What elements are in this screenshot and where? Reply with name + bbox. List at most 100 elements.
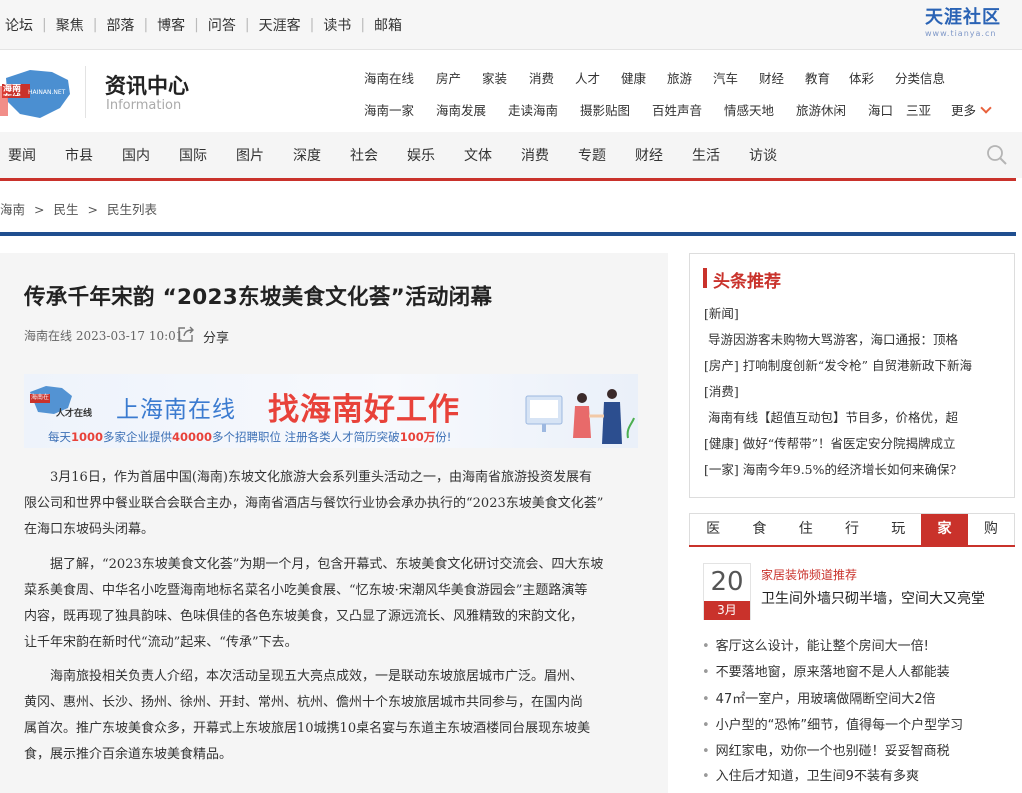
channel-link[interactable]: 家装 xyxy=(482,68,529,87)
channel-nav-row2: 海南一家 海南发展 走读海南 摄影贴图 百姓声音 情感天地 旅游休闲 海口 三亚… xyxy=(364,100,992,119)
tab-jia[interactable]: 家 xyxy=(921,514,968,545)
top-link-wenda[interactable]: 问答 xyxy=(208,15,236,35)
list-item[interactable]: 客厅这么设计，能让整个房间大一倍! xyxy=(702,635,929,654)
nav-item[interactable]: 生活 xyxy=(692,145,749,165)
top-link-dushu[interactable]: 读书 xyxy=(323,15,351,35)
nav-item[interactable]: 娱乐 xyxy=(407,145,464,165)
channel-link[interactable]: 消费 xyxy=(529,68,575,87)
channel-link[interactable]: 百姓声音 xyxy=(652,100,724,119)
nav-item[interactable]: 国际 xyxy=(179,145,236,165)
paragraph-line: 海南旅投相关负责人介绍，本次活动呈现五大亮点成效，一是联动东坡旅居城市广泛。眉州… xyxy=(50,669,584,684)
channel-link[interactable]: 海南在线 xyxy=(364,68,436,87)
list-item[interactable]: 入住后才知道，卫生间9不装有多爽 xyxy=(702,765,919,784)
headline-text: 导游因游客未购物大骂游客，海口通报：顶格 xyxy=(708,332,959,347)
section-subtitle: Information xyxy=(106,98,182,113)
channel-link[interactable]: 健康 xyxy=(621,68,667,87)
tab-zhu[interactable]: 住 xyxy=(783,514,829,545)
headline-item[interactable]: [房产] 打响制度创新“发令枪” 自贸港新政下新海 xyxy=(704,355,984,374)
headline-item[interactable]: 海南有线【超值互动包】节目多，价格优，超 xyxy=(708,407,974,426)
nav-item[interactable]: 社会 xyxy=(350,145,407,165)
tianya-logo[interactable]: 天涯社区 www.tianya.cn xyxy=(925,7,1021,45)
headline-item[interactable]: 导游因游客未购物大骂游客，海口通报：顶格 xyxy=(708,329,974,348)
top-link-luntan[interactable]: 论坛 xyxy=(5,15,33,35)
nav-item[interactable]: 要闻 xyxy=(8,145,65,165)
list-item[interactable]: 不要落地窗，原来落地窗不是人人都能装 xyxy=(702,661,950,680)
nav-item[interactable]: 消费 xyxy=(521,145,578,165)
tab-underline xyxy=(689,545,1015,547)
share-button[interactable]: 分享 xyxy=(203,327,229,346)
headline-item[interactable]: [新闻] xyxy=(704,303,970,322)
nav-item[interactable]: 国内 xyxy=(122,145,179,165)
channel-link[interactable]: 摄影贴图 xyxy=(580,100,652,119)
breadcrumb-item[interactable]: 海南 xyxy=(0,202,25,217)
tab-shi[interactable]: 食 xyxy=(736,514,782,545)
top-bar: 论坛 | 聚焦 | 部落 | 博客 | 问答 | 天涯客 | 读书 | 邮箱 天涯社区 www… xyxy=(0,0,1022,50)
banner-sub-part: 份! xyxy=(435,430,452,444)
nav-item[interactable]: 图片 xyxy=(236,145,293,165)
top-link-buluo[interactable]: 部落 xyxy=(106,15,134,35)
channel-link[interactable]: 汽车 xyxy=(713,68,759,87)
banner-text-1: 上海南在线 xyxy=(116,397,236,423)
headline-bar xyxy=(703,268,707,288)
more-label: 更多 xyxy=(951,103,977,118)
tab-yi[interactable]: 医 xyxy=(690,514,736,545)
banner-brand-sub: 人才在线 xyxy=(56,409,93,419)
top-links: 论坛 | 聚焦 | 部落 | 博客 | 问答 | 天涯客 | 读书 | 邮箱 xyxy=(5,15,402,35)
channel-link[interactable]: 旅游 xyxy=(667,68,713,87)
date-month: 3月 xyxy=(704,601,750,620)
tab-wan[interactable]: 玩 xyxy=(875,514,921,545)
channel-link[interactable]: 三亚 xyxy=(906,100,951,119)
breadcrumb: 海南 > 民生 > 民生列表 xyxy=(0,199,157,218)
nav-item[interactable]: 财经 xyxy=(635,145,692,165)
channel-nav-row1: 海南在线 房产 家装 消费 人才 健康 旅游 汽车 财经 教育 体彩 分类信息 xyxy=(364,68,945,87)
list-item[interactable]: 网红家电，劝你一个也别碰！妥妥智商税 xyxy=(702,740,950,759)
headline-item[interactable]: [一家] 海南今年9.5%的经济增长如何来确保? xyxy=(704,459,970,478)
banner-sub-part: 每天 xyxy=(48,430,71,444)
channel-link[interactable]: 海南发展 xyxy=(436,100,508,119)
divider: | xyxy=(244,17,250,33)
headline-item[interactable]: [消费] xyxy=(704,381,970,400)
hainan-logo[interactable]: 海南在线 HAINAN.NET xyxy=(0,64,75,124)
channel-link[interactable]: 教育 xyxy=(805,68,849,87)
top-link-jujiao[interactable]: 聚焦 xyxy=(56,15,84,35)
channel-link[interactable]: 旅游休闲 xyxy=(796,100,868,119)
top-link-tianyake[interactable]: 天涯客 xyxy=(259,15,301,35)
channel-link[interactable]: 海南一家 xyxy=(364,100,436,119)
channel-link[interactable]: 海口 xyxy=(868,100,906,119)
nav-item[interactable]: 访谈 xyxy=(749,145,777,165)
tab-xing[interactable]: 行 xyxy=(829,514,875,545)
recruit-banner[interactable]: 海南在线 人才在线 上海南在线 找海南好工作 每天1000多家企业提供40000… xyxy=(24,374,638,448)
top-link-youxiang[interactable]: 邮箱 xyxy=(374,15,402,35)
paragraph-line: 在海口东坡码头闭幕。 xyxy=(24,522,155,537)
tab-gou[interactable]: 购 xyxy=(968,514,1014,545)
list-item[interactable]: 小户型的“恐怖”细节，值得每一个户型学习 xyxy=(702,714,963,733)
search-icon[interactable] xyxy=(986,144,1008,166)
channel-link[interactable]: 体彩 xyxy=(849,68,895,87)
divider xyxy=(85,66,86,118)
banner-text-2: 找海南好工作 xyxy=(268,392,460,428)
breadcrumb-item[interactable]: 民生 xyxy=(53,202,78,217)
nav-item[interactable]: 文体 xyxy=(464,145,521,165)
top-link-boke[interactable]: 博客 xyxy=(157,15,185,35)
banner-brand: 海南在线 xyxy=(31,394,50,401)
channel-link[interactable]: 情感天地 xyxy=(724,100,796,119)
headline-item[interactable]: [健康] 做好“传帮带”！省医定安分院揭牌成立 xyxy=(704,433,970,452)
paragraph-line: 限公司和世界中餐业联合会联合主办，海南省酒店与餐饮行业协会承办执行的“2023东… xyxy=(24,496,604,511)
list-item[interactable]: 47㎡一室户，用玻璃做隔断空间大2倍 xyxy=(702,688,936,707)
divider: | xyxy=(143,17,149,33)
featured-link[interactable]: 卫生间外墙只砌半墙，空间大又亮堂 xyxy=(761,588,985,608)
channel-link[interactable]: 房产 xyxy=(436,68,482,87)
nav-item[interactable]: 深度 xyxy=(293,145,350,165)
recommend-category[interactable]: 家居装饰频道推荐 xyxy=(761,566,857,583)
channel-link[interactable]: 走读海南 xyxy=(508,100,580,119)
channel-link[interactable]: 人才 xyxy=(575,68,621,87)
channel-link[interactable]: 分类信息 xyxy=(895,68,945,87)
more-channels-button[interactable]: 更多 xyxy=(951,100,992,119)
nav-item[interactable]: 专题 xyxy=(578,145,635,165)
nav-item[interactable]: 市县 xyxy=(65,145,122,165)
share-icon[interactable] xyxy=(177,325,195,343)
breadcrumb-item[interactable]: 民生列表 xyxy=(107,202,157,217)
section-title: 资讯中心 xyxy=(105,74,189,98)
tianya-logo-text: 天涯社区 xyxy=(925,7,1001,28)
channel-link[interactable]: 财经 xyxy=(759,68,805,87)
